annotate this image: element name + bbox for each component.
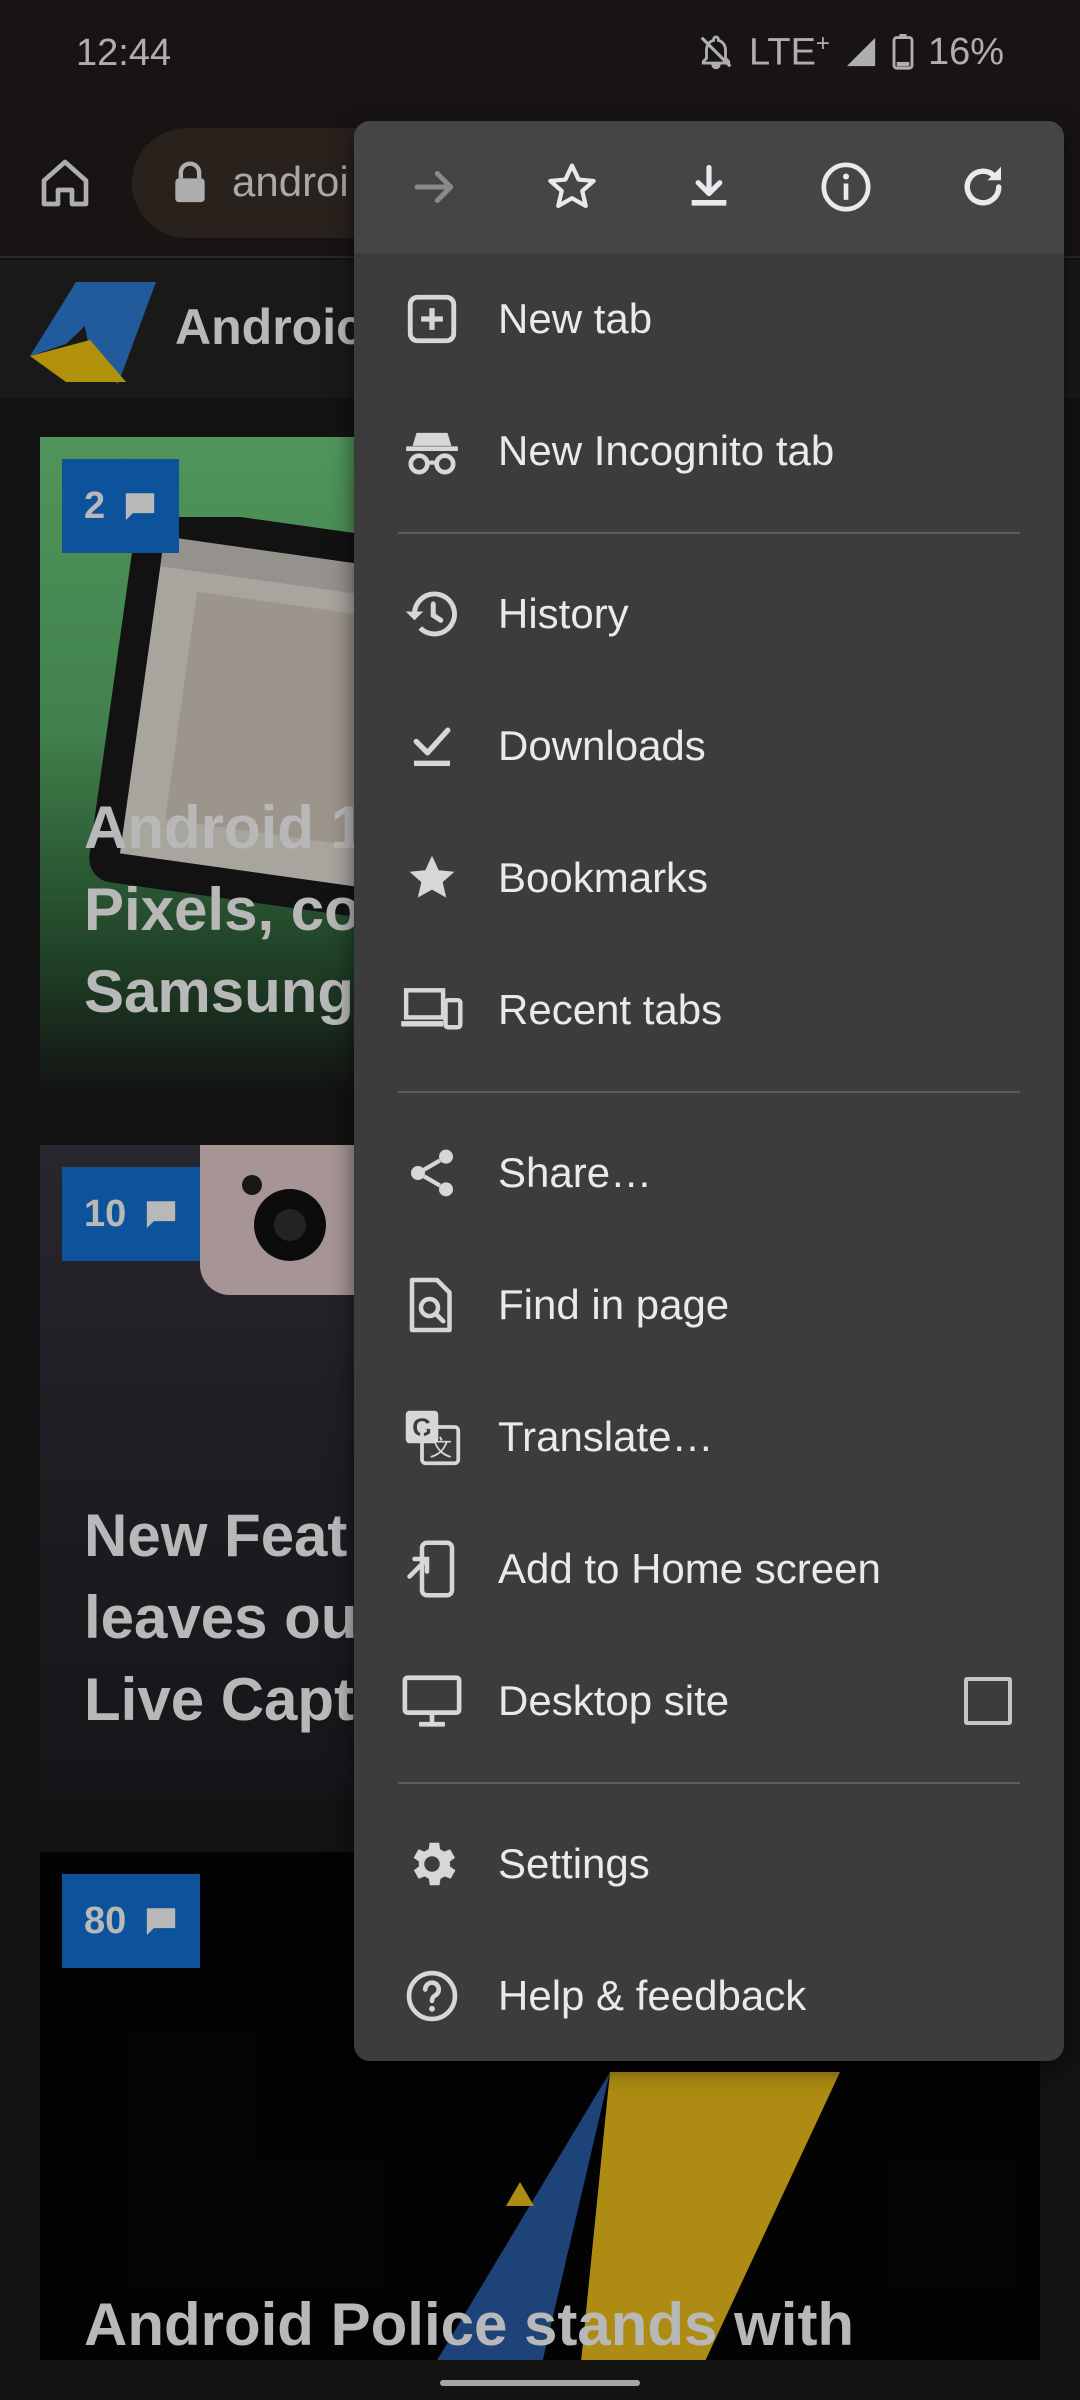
download-button[interactable] (669, 147, 749, 227)
desktop-icon (400, 1669, 464, 1733)
page-info-button[interactable] (806, 147, 886, 227)
refresh-button[interactable] (943, 147, 1023, 227)
menu-item-label: Recent tabs (498, 986, 723, 1033)
menu-item-label: Add to Home screen (498, 1545, 881, 1592)
menu-item-bookmarks[interactable]: Bookmarks (354, 812, 1064, 944)
menu-item-label: Downloads (498, 722, 706, 769)
share-icon (400, 1141, 464, 1205)
menu-item-settings[interactable]: Settings (354, 1798, 1064, 1930)
menu-item-help-feedback[interactable]: Help & feedback (354, 1930, 1064, 2061)
menu-item-downloads[interactable]: Downloads (354, 680, 1064, 812)
translate-icon: G 文 (400, 1405, 464, 1469)
overflow-menu: New tab New Incognito tab History Downlo… (354, 121, 1064, 2061)
history-icon (400, 582, 464, 646)
menu-item-label: New tab (498, 295, 653, 342)
menu-item-label: Translate… (498, 1413, 714, 1460)
menu-item-label: Help & feedback (498, 1972, 807, 2019)
plus-box-icon (400, 287, 464, 351)
menu-item-history[interactable]: History (354, 548, 1064, 680)
menu-item-label: Settings (498, 1840, 650, 1887)
incognito-icon (400, 419, 464, 483)
download-check-icon (400, 714, 464, 778)
find-page-icon (400, 1273, 464, 1337)
star-outline-icon (547, 163, 596, 208)
menu-action-row (354, 121, 1064, 253)
menu-divider (398, 1782, 1020, 1784)
svg-text:文: 文 (429, 1436, 452, 1462)
menu-item-label: Bookmarks (498, 854, 709, 901)
menu-item-add-to-home-screen[interactable]: Add to Home screen (354, 1503, 1064, 1635)
help-icon (400, 1964, 464, 2028)
star-filled-icon (400, 846, 464, 910)
devices-icon (400, 978, 464, 1042)
menu-item-label: Desktop site (498, 1677, 730, 1724)
menu-item-label: History (498, 590, 629, 637)
download-icon (691, 164, 727, 206)
info-icon (821, 162, 871, 212)
menu-item-desktop-site[interactable]: Desktop site (354, 1635, 1064, 1767)
menu-divider (398, 1091, 1020, 1093)
menu-divider (398, 532, 1020, 534)
refresh-icon (964, 166, 1002, 206)
menu-item-share[interactable]: Share… (354, 1107, 1064, 1239)
menu-item-new-tab[interactable]: New tab (354, 253, 1064, 385)
bookmark-button[interactable] (532, 147, 612, 227)
forward-button[interactable] (395, 147, 475, 227)
menu-item-find-in-page[interactable]: Find in page (354, 1239, 1064, 1371)
forward-icon (414, 171, 453, 203)
menu-item-label: Share… (498, 1149, 653, 1196)
menu-item-label: New Incognito tab (498, 427, 835, 474)
menu-item-recent-tabs[interactable]: Recent tabs (354, 944, 1064, 1076)
menu-item-label: Find in page (498, 1281, 730, 1328)
menu-item-translate[interactable]: G 文 Translate… (354, 1371, 1064, 1503)
gear-icon (400, 1832, 464, 1896)
desktop-site-checkbox[interactable] (964, 1677, 1012, 1725)
add-home-icon (400, 1537, 464, 1601)
menu-item-new-incognito-tab[interactable]: New Incognito tab (354, 385, 1064, 517)
